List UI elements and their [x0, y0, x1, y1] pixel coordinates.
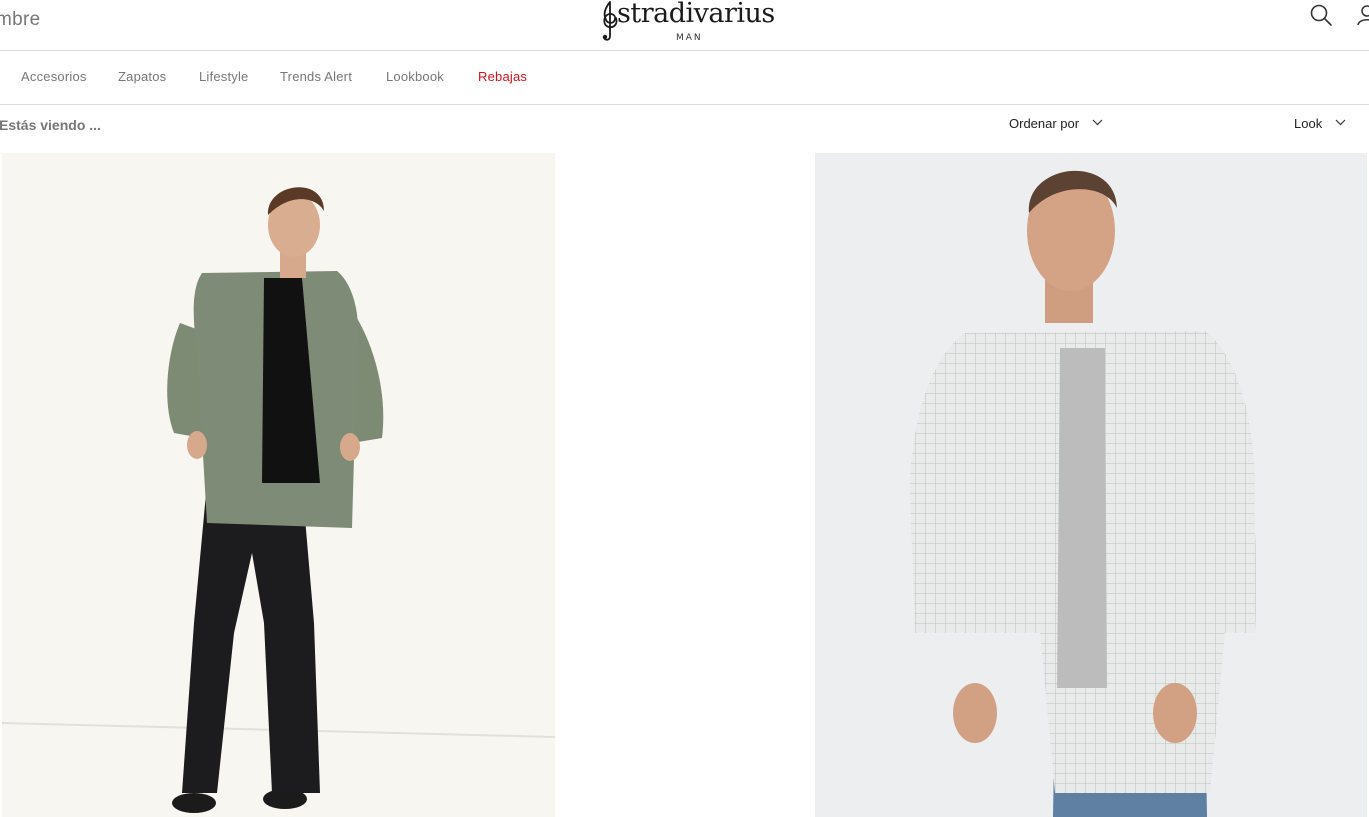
viewing-label: Estás viendo ...	[0, 117, 101, 133]
nav-item-trends-alert[interactable]: Trends Alert	[280, 69, 352, 84]
view-mode-dropdown[interactable]: Look	[1294, 116, 1346, 131]
category-nav: Accesorios Zapatos Lifestyle Trends Aler…	[0, 51, 1369, 105]
chevron-down-icon	[1335, 119, 1346, 126]
chevron-down-icon	[1092, 119, 1103, 126]
user-icon	[1357, 5, 1369, 26]
search-button[interactable]	[1309, 3, 1335, 29]
logo[interactable]: stradivarius MAN	[597, 0, 777, 48]
nav-item-lookbook[interactable]: Lookbook	[386, 69, 444, 84]
view-mode-label: Look	[1294, 116, 1323, 131]
nav-item-accesorios[interactable]: Accesorios	[21, 69, 87, 84]
page: mbre stradivarius MAN Accesorios Zapatos	[0, 0, 1369, 817]
product-image	[2, 187, 555, 813]
filter-bar: Estás viendo ... Ordenar por Look	[0, 105, 1369, 145]
logo-subtitle: MAN	[676, 33, 703, 43]
logo-wordmark: stradivarius	[617, 0, 775, 29]
header: mbre stradivarius MAN	[0, 0, 1369, 51]
product-image	[910, 170, 1256, 817]
search-icon	[1310, 4, 1332, 26]
sort-dropdown[interactable]: Ordenar por	[1009, 116, 1103, 131]
nav-item-rebajas[interactable]: Rebajas	[478, 69, 527, 84]
gender-tab-man[interactable]: mbre	[0, 9, 41, 31]
product-card[interactable]	[2, 153, 555, 817]
product-card[interactable]	[815, 153, 1367, 817]
sort-label: Ordenar por	[1009, 116, 1080, 131]
nav-item-zapatos[interactable]: Zapatos	[118, 69, 166, 84]
account-button[interactable]	[1357, 3, 1369, 29]
nav-item-lifestyle[interactable]: Lifestyle	[199, 69, 249, 84]
